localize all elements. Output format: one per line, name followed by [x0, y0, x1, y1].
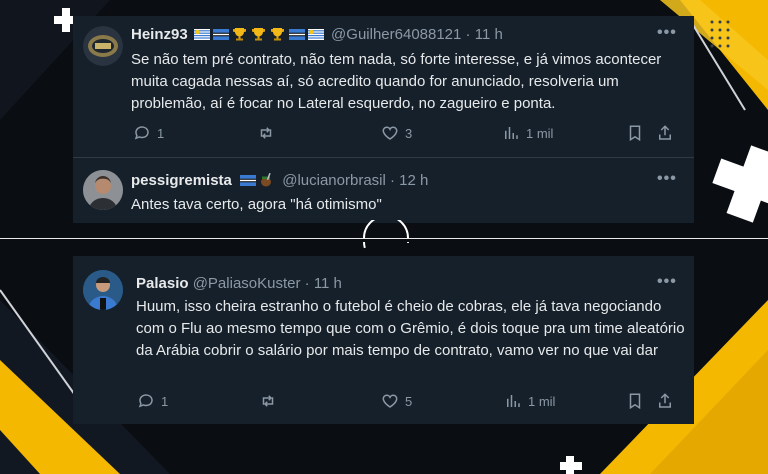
- display-name[interactable]: Heinz93: [131, 26, 188, 43]
- views-chart-icon: [505, 127, 518, 139]
- trophy-icon: [232, 28, 246, 41]
- reply-button[interactable]: 1: [137, 392, 168, 410]
- bookmark-button[interactable]: [626, 392, 644, 410]
- tweet-text: Huum, isso cheira estranho o futebol é c…: [136, 298, 685, 359]
- avatar[interactable]: [83, 170, 123, 210]
- avatar[interactable]: [83, 26, 123, 66]
- retweet-icon: [262, 395, 274, 407]
- trophy-icon: [270, 28, 284, 41]
- views-button[interactable]: 1 mil: [504, 392, 555, 410]
- avatar[interactable]: [83, 270, 123, 310]
- retweet-button[interactable]: [259, 392, 283, 410]
- display-name[interactable]: Palasio: [136, 275, 189, 292]
- bookmark-button[interactable]: [626, 124, 644, 142]
- tweet-text: Se não tem pré contrato, não tem nada, s…: [131, 51, 662, 112]
- more-options-icon[interactable]: •••: [657, 273, 677, 291]
- user-handle[interactable]: @PaliasoKuster: [193, 275, 301, 292]
- views-count: 1 mil: [528, 393, 556, 409]
- reply-count: 1: [157, 125, 165, 141]
- gremio-flag-icon: [212, 29, 229, 40]
- bookmark-icon: [629, 393, 641, 410]
- timestamp[interactable]: · 12 h: [390, 172, 428, 189]
- badge-avatar-icon: [83, 26, 123, 66]
- tweet-header: Heinz93 @Guilher64088121 · 11 h: [131, 26, 503, 43]
- tweet-card-top: Heinz93 @Guilher64088121 · 11 h ••• Se n…: [73, 16, 694, 223]
- reply-icon: [134, 126, 149, 140]
- uruguay-flag-icon: [307, 29, 324, 40]
- uruguay-flag-icon: [193, 29, 210, 40]
- share-button[interactable]: [656, 124, 674, 142]
- share-icon: [659, 393, 671, 408]
- tweet-header: Palasio @PaliasoKuster · 11 h: [136, 275, 342, 292]
- divider-circle-icon: [363, 220, 409, 260]
- gremio-flag-icon: [240, 175, 257, 186]
- reply-count: 1: [161, 393, 169, 409]
- trophy-icon: [251, 28, 265, 41]
- views-count: 1 mil: [526, 125, 554, 141]
- name-emoji-badges: [240, 172, 282, 189]
- mate-gourd-icon: [261, 173, 272, 187]
- gremio-flag-icon: [288, 29, 305, 40]
- heart-icon: [382, 126, 398, 140]
- share-icon: [659, 125, 671, 140]
- timestamp[interactable]: · 11 h: [305, 275, 342, 292]
- tweet-text: Antes tava certo, agora "há otimismo": [131, 196, 382, 213]
- bookmark-icon: [629, 125, 641, 142]
- retweet-icon: [260, 127, 272, 139]
- reply-button[interactable]: 1: [133, 124, 164, 142]
- person-avatar-icon: [83, 170, 123, 210]
- views-chart-icon: [507, 395, 520, 407]
- more-options-icon[interactable]: •••: [657, 24, 677, 42]
- display-name[interactable]: pessigremista: [131, 172, 232, 189]
- tweet-card-bottom: Palasio @PaliasoKuster · 11 h ••• Huum, …: [73, 256, 694, 424]
- like-count: 5: [405, 393, 413, 409]
- more-options-icon[interactable]: •••: [657, 170, 677, 188]
- user-handle[interactable]: @lucianorbrasil: [282, 172, 386, 189]
- like-count: 3: [405, 125, 413, 141]
- like-button[interactable]: 5: [381, 392, 412, 410]
- timestamp[interactable]: · 11 h: [466, 26, 503, 43]
- like-button[interactable]: 3: [381, 124, 412, 142]
- retweet-button[interactable]: [257, 124, 281, 142]
- player-avatar-icon: [83, 270, 123, 310]
- share-button[interactable]: [656, 392, 674, 410]
- reply-icon: [138, 394, 153, 408]
- tweet-header: pessigremista @lucianorbrasil · 12 h: [131, 172, 428, 189]
- name-emoji-badges: [193, 26, 331, 43]
- user-handle[interactable]: @Guilher64088121: [331, 26, 461, 43]
- heart-icon: [382, 394, 398, 408]
- tweet-separator: [73, 157, 694, 158]
- views-button[interactable]: 1 mil: [502, 124, 553, 142]
